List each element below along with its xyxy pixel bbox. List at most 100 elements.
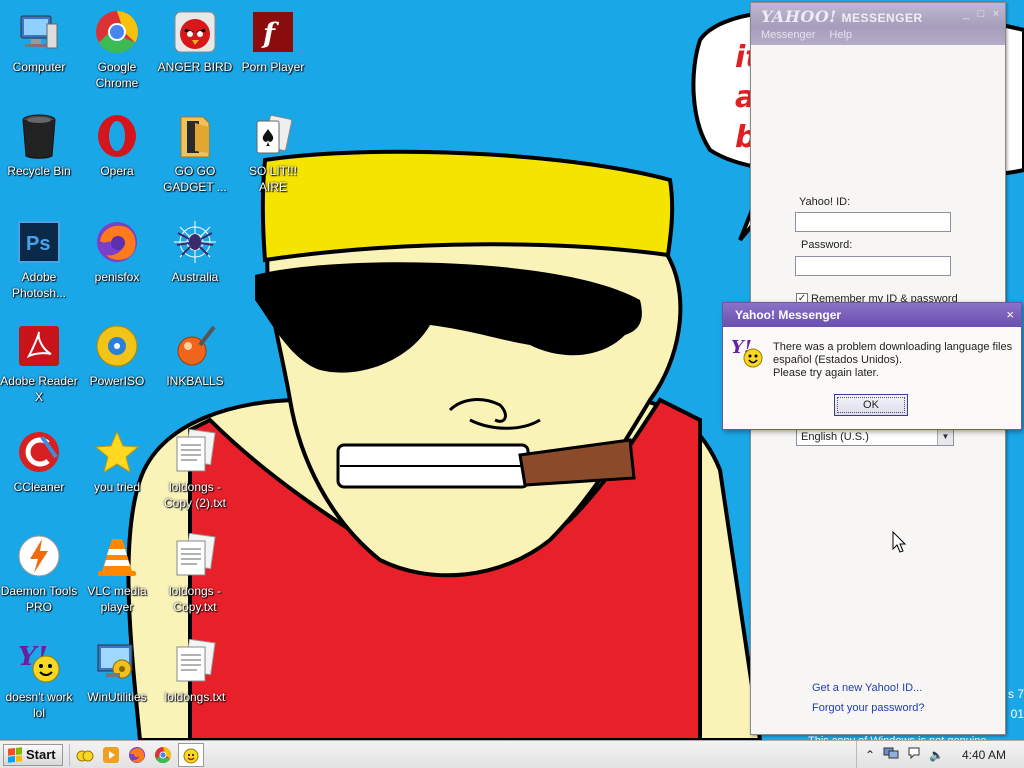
- desktop-icon-australia[interactable]: Australia: [156, 218, 234, 285]
- messenger-title-product: MESSENGER: [841, 11, 923, 25]
- desktop-icon-label: Porn Player: [241, 60, 305, 74]
- yahoo-id-input[interactable]: [795, 212, 951, 232]
- windows-logo-icon: [8, 746, 22, 763]
- chrome-icon[interactable]: [154, 746, 172, 764]
- desktop-icon-recycle-bin[interactable]: Recycle Bin: [0, 112, 78, 179]
- desktop-icon-loldongs-copy[interactable]: loldongs - Copy.txt: [156, 532, 234, 615]
- desktop-icon-so-lit-aire[interactable]: SO LIT!!! AIRE: [234, 112, 312, 195]
- desktop-icon-label: loldongs - Copy.txt: [168, 584, 222, 614]
- desktop-icon-label: Google Chrome: [95, 60, 139, 90]
- desktop-icon-label: Recycle Bin: [7, 164, 71, 178]
- desktop-icon-go-go-gadget[interactable]: GO GO GADGET ...: [156, 112, 234, 195]
- desktop-icon-loldongs-copy2[interactable]: loldongs - Copy (2).txt: [156, 428, 234, 511]
- language-error-dialog[interactable]: Yahoo! Messenger × Y! There was a proble…: [722, 302, 1022, 430]
- get-new-id-link[interactable]: Get a new Yahoo! ID...: [812, 682, 922, 694]
- dialog-close-icon[interactable]: ×: [1006, 307, 1014, 322]
- desktop-icon-daemon-tools[interactable]: Daemon Tools PRO: [0, 532, 78, 615]
- photoshop-icon: Ps: [15, 218, 63, 266]
- network-icon[interactable]: [883, 746, 899, 763]
- volume-icon[interactable]: 🔈: [929, 748, 944, 762]
- forgot-password-link[interactable]: Forgot your password?: [812, 702, 925, 714]
- dialog-titlebar[interactable]: Yahoo! Messenger ×: [723, 303, 1021, 327]
- password-label: Password:: [801, 239, 853, 251]
- desktop-icon-label: Australia: [171, 270, 219, 284]
- desktop-icon-google-chrome[interactable]: Google Chrome: [78, 8, 156, 91]
- desktop-icon-label: loldongs.txt: [164, 690, 226, 704]
- system-tray: ⌃ 🔈 4:40 AM: [855, 741, 1024, 768]
- mouse-cursor-icon: [892, 531, 907, 553]
- vlc-icon: [93, 532, 141, 580]
- desktop-icon-label: doesn't work lol: [5, 690, 73, 720]
- watermark-line-1: s 7: [1007, 687, 1024, 701]
- desktop-icon-vlc[interactable]: VLC media player: [78, 532, 156, 615]
- desktop-icon-you-tried[interactable]: you tried: [78, 428, 156, 495]
- text-file-icon: [171, 428, 219, 476]
- svg-text:Ps: Ps: [26, 233, 50, 255]
- desktop-icon-doesnt-work[interactable]: Y! doesn't work lol: [0, 638, 78, 721]
- desktop-icon-label: Adobe Photosh...: [11, 270, 67, 300]
- desktop-icon-label: Adobe Reader X: [0, 374, 78, 404]
- star-icon: [93, 428, 141, 476]
- desktop-icon-ccleaner[interactable]: CCleaner: [0, 428, 78, 495]
- window-controls: _ □ ×: [961, 8, 1001, 20]
- desktop-icon-anger-bird[interactable]: ANGER BIRD: [156, 8, 234, 75]
- desktop-icon-computer[interactable]: Computer: [0, 8, 78, 75]
- ok-button[interactable]: OK: [834, 394, 908, 416]
- password-input[interactable]: [795, 256, 951, 276]
- firefox-icon: [93, 218, 141, 266]
- desktop-icon-label: penisfox: [94, 270, 140, 284]
- computer-icon: [15, 8, 63, 56]
- desktop-icon-adobe-photoshop[interactable]: Ps Adobe Photosh...: [0, 218, 78, 301]
- desktop-icon-label: ANGER BIRD: [157, 60, 233, 74]
- desktop-icon-label: Daemon Tools PRO: [0, 584, 78, 614]
- messenger-buddies-icon[interactable]: [76, 746, 94, 764]
- desktop-icon-label: SO LIT!!! AIRE: [248, 164, 297, 194]
- daemon-tools-icon: [15, 532, 63, 580]
- maximize-button[interactable]: □: [976, 8, 986, 20]
- yahoo-icon: [183, 748, 199, 763]
- menu-help[interactable]: Help: [829, 27, 852, 45]
- firefox-icon[interactable]: [128, 746, 146, 764]
- adobe-reader-icon: [15, 322, 63, 370]
- desktop-icon-label: INKBALLS: [166, 374, 224, 388]
- messenger-title: YAHOO! MESSENGER: [761, 7, 923, 26]
- messenger-menubar: Messenger Help: [751, 27, 1005, 45]
- desktop-icon-winutilities[interactable]: WinUtilities: [78, 638, 156, 705]
- angry-bird-icon: [171, 8, 219, 56]
- desktop-icon-adobe-reader[interactable]: Adobe Reader X: [0, 322, 78, 405]
- menu-messenger[interactable]: Messenger: [761, 27, 815, 45]
- chevron-down-icon[interactable]: ▼: [937, 429, 953, 445]
- show-hidden-icons-icon[interactable]: ⌃: [865, 748, 875, 762]
- desktop-icon-poweriso[interactable]: PowerISO: [78, 322, 156, 389]
- watermark-line-2: 01: [1010, 707, 1024, 721]
- taskbar-item-yahoo-messenger[interactable]: [177, 742, 204, 767]
- language-select-value: English (U.S.): [801, 431, 869, 443]
- minimize-button[interactable]: _: [961, 8, 971, 20]
- desktop-icon-porn-player[interactable]: f Porn Player: [234, 8, 312, 75]
- desktop-icon-loldongs[interactable]: loldongs.txt: [156, 638, 234, 705]
- desktop-icon-inkballs[interactable]: INKBALLS: [156, 322, 234, 389]
- quick-launch: [76, 746, 172, 764]
- clock[interactable]: 4:40 AM: [962, 748, 1006, 762]
- yahoo-icon: Y!: [15, 638, 63, 686]
- figure-hair: [260, 149, 675, 263]
- inkball-icon: [171, 322, 219, 370]
- messenger-title-brand: YAHOO!: [761, 7, 837, 26]
- start-button[interactable]: Start: [3, 743, 63, 766]
- taskbar: Start ⌃ 🔈 4:40 AM: [0, 740, 1024, 768]
- dialog-message-line: There was a problem downloading language…: [773, 341, 1013, 353]
- action-center-icon[interactable]: [907, 746, 921, 763]
- desktop-icon-penisfox[interactable]: penisfox: [78, 218, 156, 285]
- desktop-icon-label: loldongs - Copy (2).txt: [163, 480, 226, 510]
- desktop-icon-label: GO GO GADGET ...: [163, 164, 227, 194]
- yahoo-icon: Y!: [731, 337, 763, 368]
- desktop-icon-opera[interactable]: Opera: [78, 112, 156, 179]
- messenger-titlebar[interactable]: YAHOO! MESSENGER _ □ ×: [751, 3, 1005, 27]
- media-player-icon[interactable]: [102, 746, 120, 764]
- dialog-title: Yahoo! Messenger: [735, 308, 842, 322]
- dialog-message-line: Please try again later.: [773, 367, 879, 379]
- text-file-icon: [171, 638, 219, 686]
- desktop-icon-label: WinUtilities: [87, 690, 147, 704]
- language-select[interactable]: English (U.S.) ▼: [796, 428, 954, 446]
- close-button[interactable]: ×: [991, 8, 1001, 20]
